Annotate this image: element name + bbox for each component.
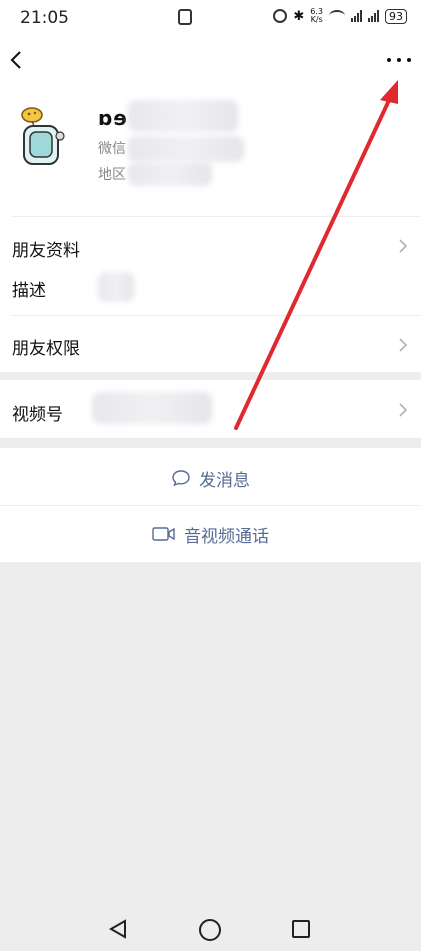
- chevron-right-icon: [399, 239, 408, 253]
- region-label: 地区: [98, 167, 126, 183]
- redacted-description: [98, 272, 134, 302]
- friend-info-label: 朋友资料: [12, 241, 80, 261]
- divider: [12, 315, 421, 316]
- redacted-wechat-id: [128, 136, 244, 162]
- nav-bar: [0, 40, 421, 84]
- more-options-icon[interactable]: [387, 54, 411, 66]
- nickname: ɒɘ: [98, 106, 128, 130]
- back-icon[interactable]: [8, 46, 38, 76]
- video-camera-icon: [152, 527, 175, 541]
- network-speed: 6.3 K/s: [310, 8, 323, 24]
- signal-icon: [351, 10, 362, 22]
- avatar[interactable]: [18, 104, 68, 170]
- system-navigation-bar: [0, 905, 421, 951]
- profile-header[interactable]: ɒɘ 微信 地区: [0, 96, 421, 216]
- chevron-right-icon: [399, 338, 408, 352]
- battery-icon: 93: [385, 8, 407, 24]
- section-gap: [0, 372, 421, 380]
- friend-permissions-row[interactable]: 朋友权限: [0, 318, 421, 372]
- description-label: 描述: [12, 281, 46, 301]
- send-message-button[interactable]: 发消息: [0, 450, 421, 506]
- redacted-channel: [92, 392, 212, 424]
- redacted-nickname: [128, 100, 238, 132]
- bluetooth-icon: ✱: [293, 8, 305, 24]
- friend-permissions-label: 朋友权限: [12, 339, 80, 359]
- friend-info-row[interactable]: 朋友资料: [0, 220, 421, 272]
- chevron-right-icon: [399, 403, 408, 417]
- alarm-icon: [273, 9, 288, 23]
- divider: [12, 216, 421, 217]
- nav-home-icon[interactable]: [199, 919, 221, 941]
- redacted-region: [128, 162, 212, 186]
- nav-back-icon[interactable]: [108, 919, 128, 939]
- channels-row[interactable]: 视频号: [0, 380, 421, 438]
- video-call-label: 音视频通话: [184, 526, 269, 547]
- chat-bubble-icon: [172, 470, 190, 487]
- status-icons: ✱ 6.3 K/s 93: [273, 8, 407, 24]
- video-call-button[interactable]: 音视频通话: [0, 506, 421, 562]
- send-message-label: 发消息: [199, 470, 250, 491]
- nfc-icon: [178, 9, 192, 25]
- network-speed-unit: K/s: [310, 15, 323, 24]
- nav-recent-apps-icon[interactable]: [292, 920, 310, 938]
- wechat-id-label: 微信: [98, 141, 126, 157]
- status-time: 21:05: [20, 8, 69, 28]
- signal-icon-2: [368, 10, 379, 22]
- section-gap: [0, 438, 421, 448]
- description-row: 描述: [0, 268, 421, 308]
- channels-label: 视频号: [12, 405, 63, 425]
- wifi-icon: [329, 10, 345, 22]
- action-panel: 发消息 音视频通话: [0, 448, 421, 562]
